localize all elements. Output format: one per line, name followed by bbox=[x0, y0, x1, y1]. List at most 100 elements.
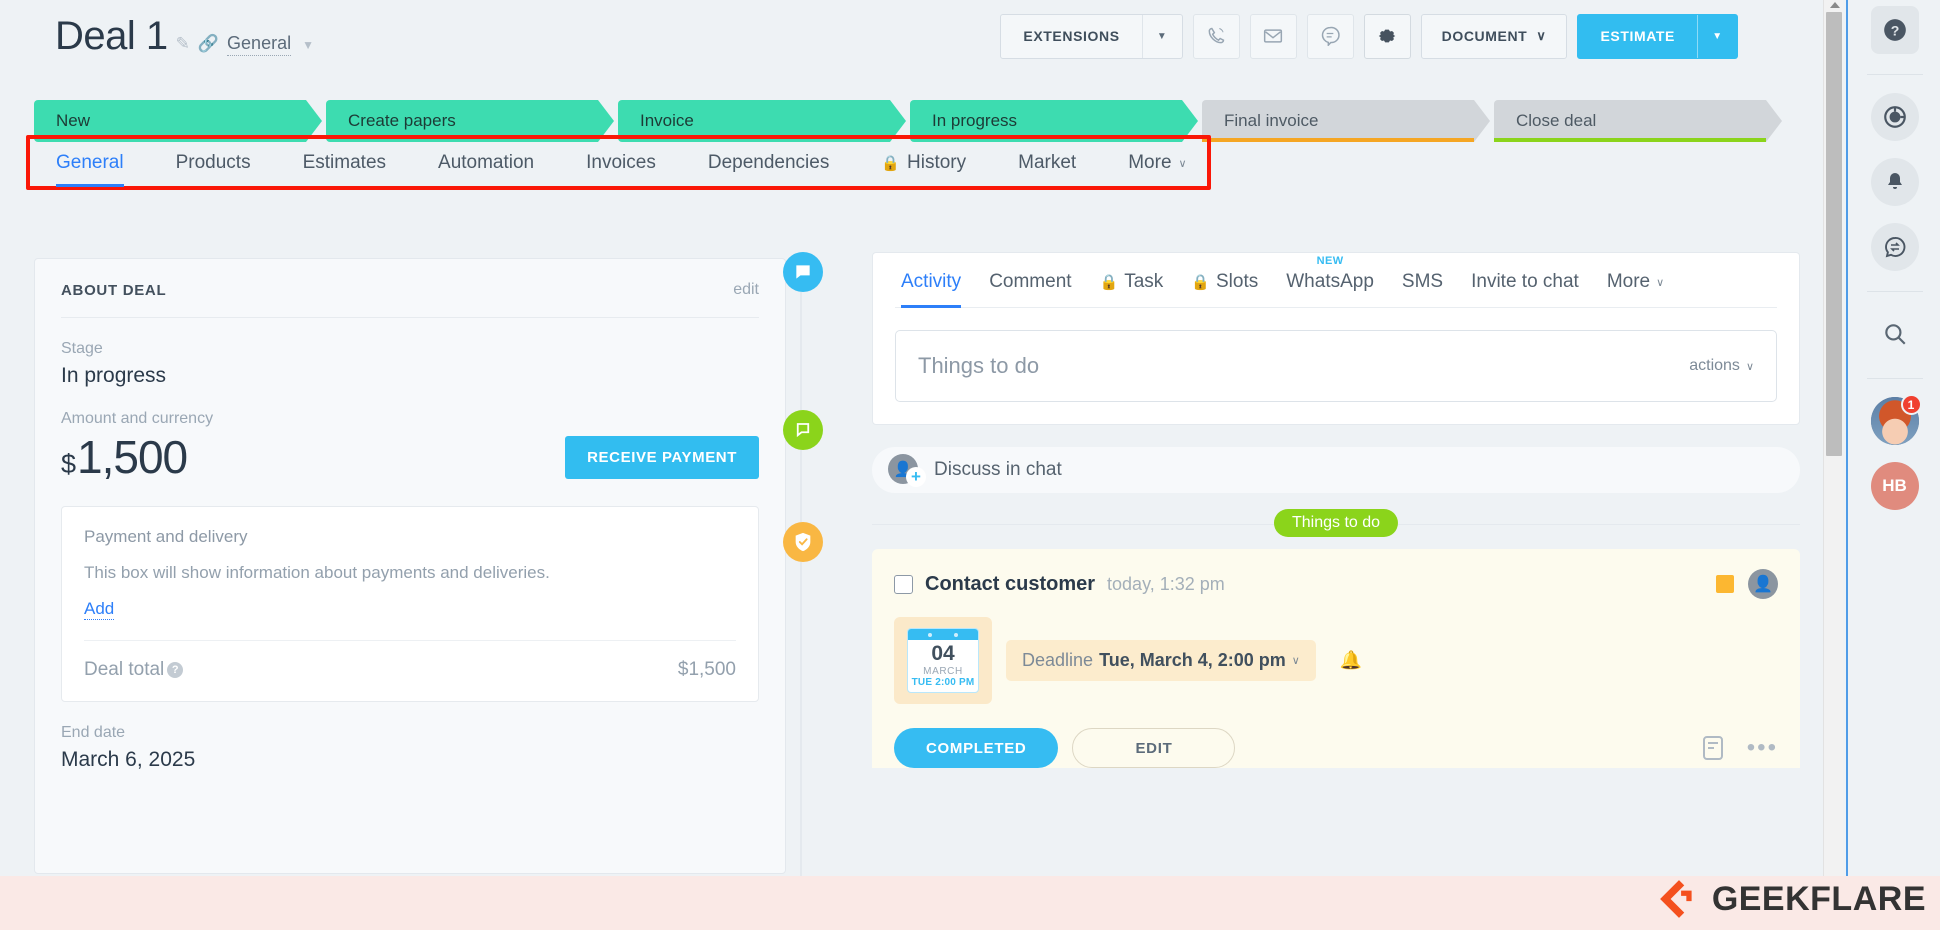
link-icon[interactable]: 🔗 bbox=[198, 34, 219, 54]
activity-tab-slots[interactable]: 🔒 Slots bbox=[1177, 271, 1272, 307]
search-icon[interactable] bbox=[1871, 310, 1919, 358]
task-title: Contact customer bbox=[925, 572, 1096, 595]
divider bbox=[1866, 291, 1923, 292]
document-button[interactable]: DOCUMENT ∨ bbox=[1420, 13, 1568, 59]
chat-icon[interactable] bbox=[1306, 13, 1354, 59]
tab-label: More bbox=[1128, 152, 1172, 173]
activity-tab-sms[interactable]: SMS bbox=[1388, 271, 1457, 307]
gear-icon[interactable] bbox=[1363, 13, 1411, 59]
tab-dependencies[interactable]: Dependencies bbox=[682, 143, 855, 183]
pipeline-stage-final-invoice[interactable]: Final invoice bbox=[1202, 100, 1490, 142]
about-deal-header: ABOUT DEAL edit bbox=[61, 281, 759, 318]
vertical-scrollbar[interactable] bbox=[1823, 0, 1843, 876]
tab-label: Products bbox=[175, 152, 251, 173]
amount-value: 1,500 bbox=[77, 431, 188, 483]
tab-general[interactable]: General bbox=[34, 143, 150, 187]
note-icon[interactable] bbox=[1701, 735, 1725, 761]
tab-market[interactable]: Market bbox=[992, 143, 1102, 183]
tab-history[interactable]: 🔒 History bbox=[855, 143, 992, 183]
timeline-rail bbox=[800, 252, 802, 930]
tab-label: Invoices bbox=[586, 152, 656, 173]
actions-dropdown[interactable]: actions ∨ bbox=[1689, 357, 1754, 375]
activity-tab-activity[interactable]: Activity bbox=[895, 271, 975, 308]
amount-field-label: Amount and currency bbox=[61, 410, 214, 427]
activity-tab-label: WhatsApp bbox=[1286, 271, 1374, 292]
chevron-down-icon: ∨ bbox=[1178, 157, 1187, 170]
help-icon[interactable]: ? bbox=[1870, 6, 1919, 54]
chevron-down-icon: ∨ bbox=[1291, 655, 1300, 667]
chevron-down-icon[interactable]: ▼ bbox=[1141, 14, 1182, 58]
tab-more[interactable]: More ∨ bbox=[1102, 143, 1212, 183]
tab-automation[interactable]: Automation bbox=[412, 143, 560, 183]
pencil-icon[interactable]: ✎ bbox=[176, 34, 190, 54]
activity-tab-whatsapp[interactable]: NEW WhatsApp bbox=[1272, 255, 1388, 307]
completed-button[interactable]: COMPLETED bbox=[894, 728, 1059, 768]
activity-tabs: Activity Comment 🔒 Task 🔒 Slots NEW What… bbox=[895, 253, 1777, 308]
more-dots-icon[interactable]: ••• bbox=[1747, 734, 1778, 762]
pipeline-stage-close-deal[interactable]: Close deal bbox=[1494, 100, 1782, 142]
target-icon[interactable] bbox=[1870, 93, 1919, 141]
geekflare-logo-icon bbox=[1659, 880, 1692, 918]
scroll-up-arrow-icon[interactable] bbox=[1830, 2, 1840, 8]
tab-label: Dependencies bbox=[707, 152, 830, 173]
estimate-button[interactable]: ESTIMATE ▼ bbox=[1577, 13, 1738, 59]
lock-icon: 🔒 bbox=[1099, 274, 1119, 291]
flag-icon[interactable] bbox=[1716, 575, 1734, 593]
tab-label: Market bbox=[1018, 152, 1077, 173]
tab-label: Estimates bbox=[302, 152, 387, 173]
scrollbar-thumb[interactable] bbox=[1826, 12, 1842, 456]
end-date-label: End date bbox=[61, 724, 126, 741]
deal-title-group: Deal 1 ✎ 🔗 General ▼ bbox=[55, 14, 314, 59]
avatar[interactable]: 👤 bbox=[1748, 569, 1778, 599]
tab-invoices[interactable]: Invoices bbox=[560, 143, 682, 183]
crm-deal-page: Deal 1 ✎ 🔗 General ▼ EXTENSIONS ▼ DOCUME… bbox=[0, 0, 1940, 930]
discuss-in-chat-label: Discuss in chat bbox=[934, 459, 1062, 480]
add-participant-icon[interactable]: + bbox=[906, 467, 926, 487]
deal-category-label[interactable]: General bbox=[227, 33, 292, 56]
discuss-in-chat-row[interactable]: 👤 + Discuss in chat bbox=[872, 447, 1800, 493]
activity-bubble-icon bbox=[783, 252, 823, 292]
about-deal-edit-link[interactable]: edit bbox=[733, 281, 759, 299]
stage-label: Invoice bbox=[640, 111, 694, 130]
bell-icon[interactable] bbox=[1870, 158, 1919, 206]
avatar[interactable]: 1 bbox=[1870, 394, 1922, 445]
edit-task-button[interactable]: EDIT bbox=[1072, 728, 1236, 768]
amount-row: $ 1,500 RECEIVE PAYMENT bbox=[61, 430, 759, 484]
activity-tab-invite-to-chat[interactable]: Invite to chat bbox=[1457, 271, 1593, 307]
chevron-down-icon[interactable]: ▼ bbox=[302, 38, 314, 52]
stage-label: In progress bbox=[932, 111, 1018, 130]
activity-tab-comment[interactable]: Comment bbox=[975, 271, 1085, 307]
right-sidebar: ? 1 HB bbox=[1849, 0, 1940, 876]
activity-tab-more[interactable]: More ∨ bbox=[1593, 271, 1678, 307]
things-to-do-separator: Things to do bbox=[872, 509, 1800, 539]
activity-tab-label: Activity bbox=[901, 271, 962, 292]
tab-products[interactable]: Products bbox=[150, 143, 277, 183]
help-icon[interactable]: ? bbox=[167, 662, 184, 678]
tab-nav: General Products Estimates Automation In… bbox=[34, 143, 1203, 187]
activity-tab-label: Task bbox=[1124, 271, 1164, 292]
actions-label: actions bbox=[1689, 357, 1740, 374]
task-card: Contact customer today, 1:32 pm 👤 04 MAR… bbox=[872, 549, 1800, 768]
calendar-tile: 04 MARCH TUE 2:00 PM bbox=[894, 617, 992, 704]
task-checkbox[interactable] bbox=[894, 574, 913, 594]
task-footer: COMPLETED EDIT ••• bbox=[894, 728, 1778, 768]
payment-add-link[interactable]: Add bbox=[84, 599, 115, 620]
svg-text:?: ? bbox=[1890, 22, 1899, 38]
envelope-icon[interactable] bbox=[1249, 13, 1297, 59]
activity-column: Activity Comment 🔒 Task 🔒 Slots NEW What… bbox=[783, 252, 1800, 930]
activity-tab-label: Comment bbox=[989, 271, 1072, 292]
chevron-down-icon[interactable]: ▼ bbox=[1697, 14, 1737, 58]
phone-icon[interactable] bbox=[1192, 13, 1240, 59]
deadline-dropdown[interactable]: Deadline Tue, March 4, 2:00 pm ∨ bbox=[1006, 640, 1316, 681]
tab-estimates[interactable]: Estimates bbox=[277, 143, 412, 183]
stage-label: Create papers bbox=[348, 111, 456, 130]
receive-payment-button[interactable]: RECEIVE PAYMENT bbox=[565, 435, 759, 479]
extensions-button[interactable]: EXTENSIONS ▼ bbox=[1000, 13, 1183, 59]
things-to-do-pill: Things to do bbox=[1273, 509, 1399, 537]
activity-tab-label: SMS bbox=[1401, 271, 1444, 292]
bell-icon[interactable]: 🔔 bbox=[1340, 650, 1362, 671]
activity-tab-task[interactable]: 🔒 Task bbox=[1086, 271, 1178, 307]
things-to-do-input[interactable]: Things to do actions ∨ bbox=[895, 330, 1777, 402]
chat-exchange-icon[interactable] bbox=[1870, 223, 1919, 271]
user-initials-avatar[interactable]: HB bbox=[1870, 462, 1919, 510]
